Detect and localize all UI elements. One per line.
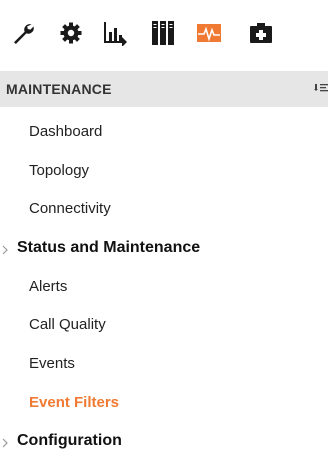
sort-icon[interactable] — [314, 82, 328, 96]
sidebar-item-topology[interactable]: Topology — [0, 156, 328, 186]
sidebar-item-label: Dashboard — [29, 123, 103, 140]
server-rack-icon[interactable] — [150, 20, 176, 46]
chevron-right-icon — [2, 245, 8, 255]
sidebar-item-label: Connectivity — [29, 200, 111, 217]
sidebar-item-call-quality[interactable]: Call Quality — [0, 310, 328, 340]
section-header: MAINTENANCE — [0, 71, 328, 107]
sidebar-group-label: Configuration — [17, 432, 122, 449]
sidebar-item-connectivity[interactable]: Connectivity — [0, 194, 328, 224]
sidebar-item-label: Alerts — [29, 278, 68, 295]
sidebar-item-label: Events — [29, 355, 75, 372]
sidebar-group-label: Status and Maintenance — [17, 239, 201, 256]
sidebar-item-label: Topology — [29, 162, 90, 179]
sidebar-item-dashboard[interactable]: Dashboard — [0, 117, 328, 147]
activity-icon[interactable] — [196, 20, 222, 46]
sidebar-item-label: Call Quality — [29, 316, 106, 333]
section-title: MAINTENANCE — [6, 81, 112, 97]
toolbar — [0, 0, 328, 63]
sidebar-item-events[interactable]: Events — [0, 349, 328, 379]
sidebar-item-event-filters[interactable]: Event Filters — [0, 388, 328, 418]
briefcase-icon[interactable] — [248, 20, 274, 46]
sidebar-group-configuration[interactable]: Configuration — [0, 426, 328, 456]
chevron-right-icon — [2, 438, 8, 448]
sidebar-item-label: Event Filters — [29, 394, 120, 411]
bar-chart-icon[interactable] — [102, 20, 128, 46]
gear-icon[interactable] — [58, 20, 84, 46]
sidebar-group-status-and-maintenance[interactable]: Status and Maintenance — [0, 233, 328, 263]
wrench-icon[interactable] — [10, 20, 36, 46]
sidebar-item-alerts[interactable]: Alerts — [0, 272, 328, 302]
